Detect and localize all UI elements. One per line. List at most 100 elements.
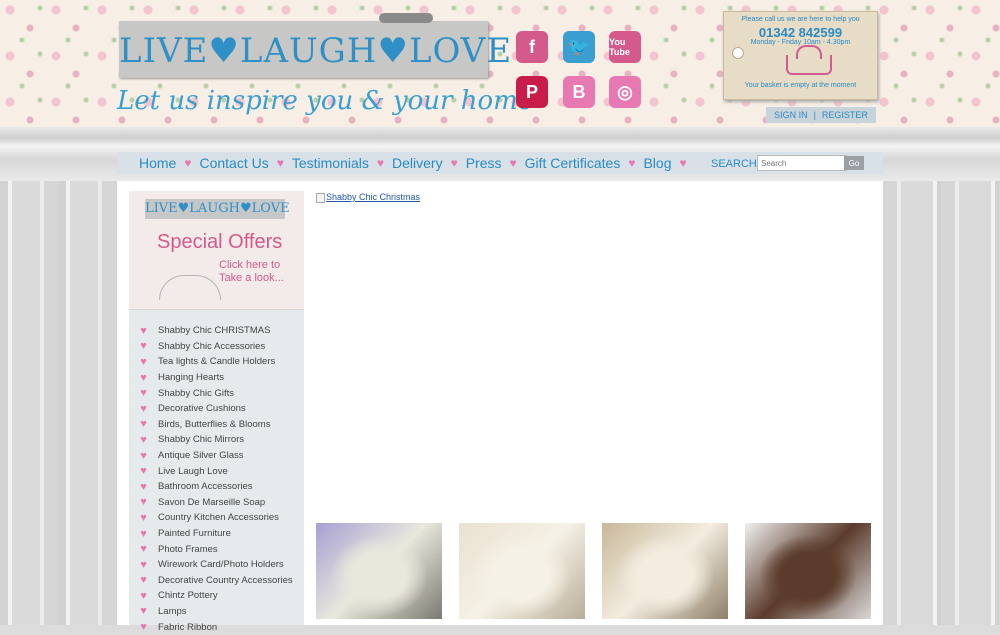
heart-icon: ♥ [140,387,147,400]
heart-icon: ♥ [140,418,147,431]
heart-icon: ♥ [140,621,147,634]
contact-basket-tag: Please call us we are here to help you 0… [723,11,878,100]
heart-icon: ♥ [450,156,458,170]
search-go-button[interactable]: Go [844,156,864,170]
sign-in-link[interactable]: SIGN IN [774,110,808,120]
category-label: Savon De Marseille Soap [158,496,266,508]
heart-icon: ♥ [140,558,147,571]
heart-icon: ♥ [140,355,147,368]
heart-icon: ♥ [509,156,517,170]
heart-icon: ♥ [140,433,147,446]
blogger-icon[interactable]: B [563,76,595,108]
nav-delivery[interactable]: Delivery [392,155,443,171]
category-label: Lamps [158,605,187,617]
nav-contact-us[interactable]: Contact Us [199,155,268,171]
category-item[interactable]: ♥ Fabric Ribbon [129,619,304,635]
category-item[interactable]: ♥ Photo Frames [129,541,304,557]
nav-items: Home ♥ Contact Us ♥ Testimonials ♥ Delivery ♥ Pr… [139,152,695,174]
offer-title: Special Offers [157,231,283,253]
category-label: Chintz Pottery [158,590,218,602]
nav-gift-certificates[interactable]: Gift Certificates [525,155,621,171]
content-area: LIVE♥LAUGH♥LOVE Special Offers Click her… [117,181,883,633]
ribbon-icon [159,275,221,300]
heart-icon: ♥ [140,543,147,556]
main-banner-link[interactable]: Shabby Chic Christmas [326,192,420,202]
category-item[interactable]: ♥ Painted Furniture [129,526,304,542]
category-label: Wirework Card/Photo Holders [158,559,284,571]
category-item[interactable]: ♥ Shabby Chic CHRISTMAS [129,323,304,339]
category-item[interactable]: ♥ Decorative Cushions [129,401,304,417]
category-item[interactable]: ♥ Chintz Pottery [129,588,304,604]
category-label: Birds, Butterflies & Blooms [158,418,271,430]
left-wall-panel [0,181,117,625]
heart-icon: ♥ [140,340,147,353]
category-item[interactable]: ♥ Wirework Card/Photo Holders [129,557,304,573]
category-item[interactable]: ♥ Tea lights & Candle Holders [129,354,304,370]
header: LIVE♥LAUGH♥LOVE Let us inspire you & you… [0,0,1000,127]
category-label: Fabric Ribbon [158,621,218,633]
nav-press[interactable]: Press [466,155,502,171]
search-input[interactable] [757,155,847,171]
category-item[interactable]: ♥ Shabby Chic Accessories [129,339,304,355]
heart-icon: ♥ [140,527,147,540]
heart-icon: ♥ [140,511,147,524]
youtube-icon[interactable]: You Tube [609,31,641,63]
category-item[interactable]: ♥ Country Kitchen Accessories [129,510,304,526]
sidebar: LIVE♥LAUGH♥LOVE Special Offers Click her… [129,191,304,633]
heart-icon: ♥ [140,589,147,602]
nav-blog[interactable]: Blog [643,155,671,171]
logo-text: LIVE♥LAUGH♥LOVE [119,31,513,71]
offer-logo: LIVE♥LAUGH♥LOVE [145,199,290,219]
nav-testimonials[interactable]: Testimonials [292,155,369,171]
heart-icon: ♥ [140,449,147,462]
account-bar: SIGN IN | REGISTER [766,107,876,123]
heart-icon: ♥ [140,402,147,415]
search-label: SEARCH [711,158,757,170]
category-label: Bathroom Accessories [158,481,253,493]
category-label: Decorative Cushions [158,403,246,415]
category-item[interactable]: ♥ Bathroom Accessories [129,479,304,495]
heart-icon: ♥ [679,156,687,170]
category-item[interactable]: ♥ Live Laugh Love [129,463,304,479]
pinterest-icon[interactable]: P [516,76,548,108]
register-link[interactable]: REGISTER [822,110,868,120]
heart-icon: ♥ [140,605,147,618]
special-offers-banner[interactable]: LIVE♥LAUGH♥LOVE Special Offers Click her… [129,191,304,310]
heart-icon: ♥ [140,324,147,337]
category-item[interactable]: ♥ Hanging Hearts [129,370,304,386]
twitter-icon[interactable]: 🐦 [563,31,595,63]
category-list: ♥ Shabby Chic CHRISTMAS ♥ Shabby Chic Acces… [129,323,304,635]
category-label: Live Laugh Love [158,465,228,477]
help-text: Please call us we are here to help you [741,16,860,23]
instagram-icon[interactable]: ◎ [609,76,641,108]
category-label: Antique Silver Glass [158,450,244,462]
phone-number: 01342 842599 [758,25,843,40]
heart-icon: ♥ [140,480,147,493]
lace-heart-thumbnail[interactable] [459,523,585,619]
category-label: Country Kitchen Accessories [158,512,279,524]
heart-icon: ♥ [376,156,385,170]
account-separator: | [813,110,816,120]
heart-icon: ♥ [628,156,636,170]
silver-jar-thumbnail[interactable] [602,523,728,619]
category-item[interactable]: ♥ Shabby Chic Mirrors [129,432,304,448]
heart-icon: ♥ [140,371,147,384]
site-logo[interactable]: LIVE♥LAUGH♥LOVE [119,13,513,78]
facebook-icon[interactable]: f [516,31,548,63]
basket-icon[interactable] [786,55,832,75]
category-item[interactable]: ♥ Lamps [129,604,304,620]
category-item[interactable]: ♥ Shabby Chic Gifts [129,385,304,401]
heart-icon: ♥ [140,465,147,478]
basket-status: Your basket is empty at the moment [744,82,857,89]
tagline: Let us inspire you & your home [117,86,534,116]
nav-home[interactable]: Home [139,155,176,171]
category-item[interactable]: ♥ Decorative Country Accessories [129,573,304,589]
painted-table-thumbnail[interactable] [745,523,871,619]
heart-icon: ♥ [140,496,147,509]
soap-thumbnail[interactable] [316,523,442,619]
category-label: Shabby Chic Accessories [158,340,266,352]
category-item[interactable]: ♥ Antique Silver Glass [129,448,304,464]
category-item[interactable]: ♥ Birds, Butterflies & Blooms [129,417,304,433]
category-item[interactable]: ♥ Savon De Marseille Soap [129,495,304,511]
broken-image-icon [316,193,325,203]
